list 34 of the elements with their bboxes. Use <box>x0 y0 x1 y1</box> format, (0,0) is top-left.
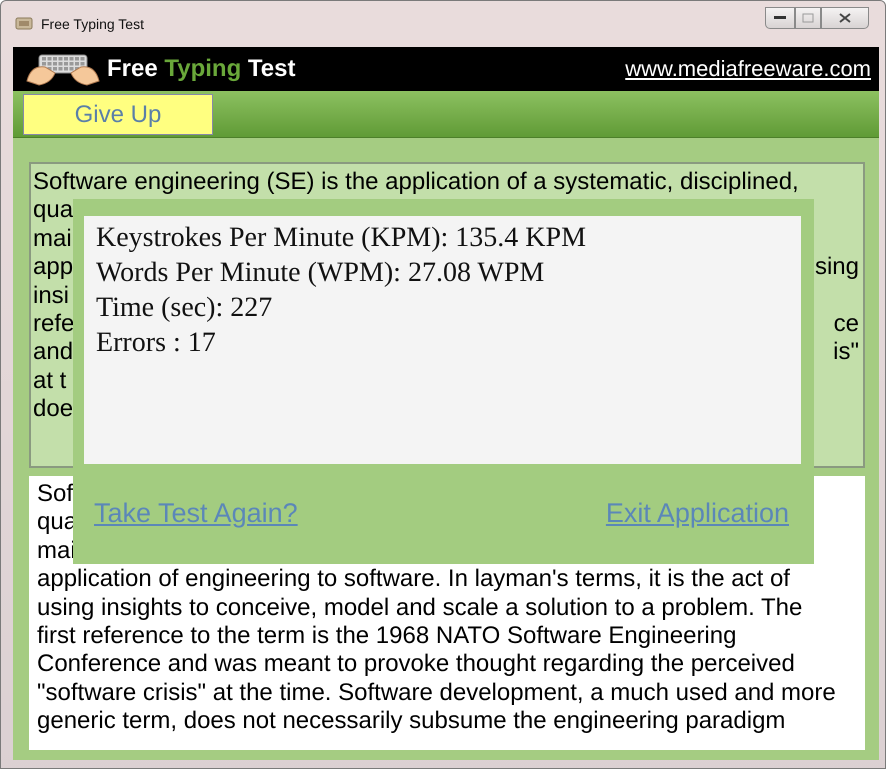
take-test-again-link[interactable]: Take Test Again? <box>94 498 298 529</box>
reference-text: refe <box>33 310 74 338</box>
reference-text: qua <box>33 196 74 225</box>
app-logo-text: Free Typing Test <box>107 55 296 83</box>
result-stat: Keystrokes Per Minute (KPM): 135.4 KPM <box>96 221 587 255</box>
result-stat: Time (sec): 227 <box>96 291 274 325</box>
website-link[interactable]: www.mediafreeware.com <box>625 56 871 82</box>
typed-text: using insights to conceive, model and scale a solution to a problem. The <box>37 594 802 622</box>
give-up-button[interactable]: Give Up <box>23 94 213 135</box>
reference-text: sing <box>814 253 859 282</box>
reference-text: app <box>33 253 74 282</box>
typed-text: "software crisis" at the time. Software development, a much used and more <box>37 678 836 708</box>
reference-text: mai <box>33 224 72 254</box>
minimize-button[interactable] <box>765 7 795 29</box>
reference-text: is" <box>833 338 859 367</box>
typed-text: application of engineering to software. In layman's terms, it is the act of <box>37 565 790 594</box>
window-title: Free Typing Test <box>41 16 145 32</box>
reference-text: insi <box>33 282 70 310</box>
close-icon <box>839 13 851 23</box>
reference-text: ce <box>834 310 859 338</box>
exit-application-link[interactable]: Exit Application <box>606 498 789 529</box>
typed-text: first reference to the term is the 1968 NATO Software Engineering <box>37 622 736 650</box>
close-button[interactable] <box>821 7 869 29</box>
typed-text: generic term, does not necessarily subsume the engineering paradigm <box>37 707 786 736</box>
minimize-icon <box>774 16 786 20</box>
result-stat: Errors : 17 <box>96 326 217 360</box>
result-stat: Words Per Minute (WPM): 27.08 WPM <box>96 256 546 290</box>
reference-text: at t <box>33 366 66 396</box>
maximize-icon <box>802 13 814 23</box>
reference-text: doe <box>33 395 74 424</box>
reference-text: Software engineering (SE) is the application of a systematic, disciplined, <box>33 168 799 196</box>
typed-text: Conference and was meant to provoke thought regarding the perceived <box>37 650 795 679</box>
reference-text: and <box>33 338 74 367</box>
typed-text: Sof <box>37 480 74 508</box>
